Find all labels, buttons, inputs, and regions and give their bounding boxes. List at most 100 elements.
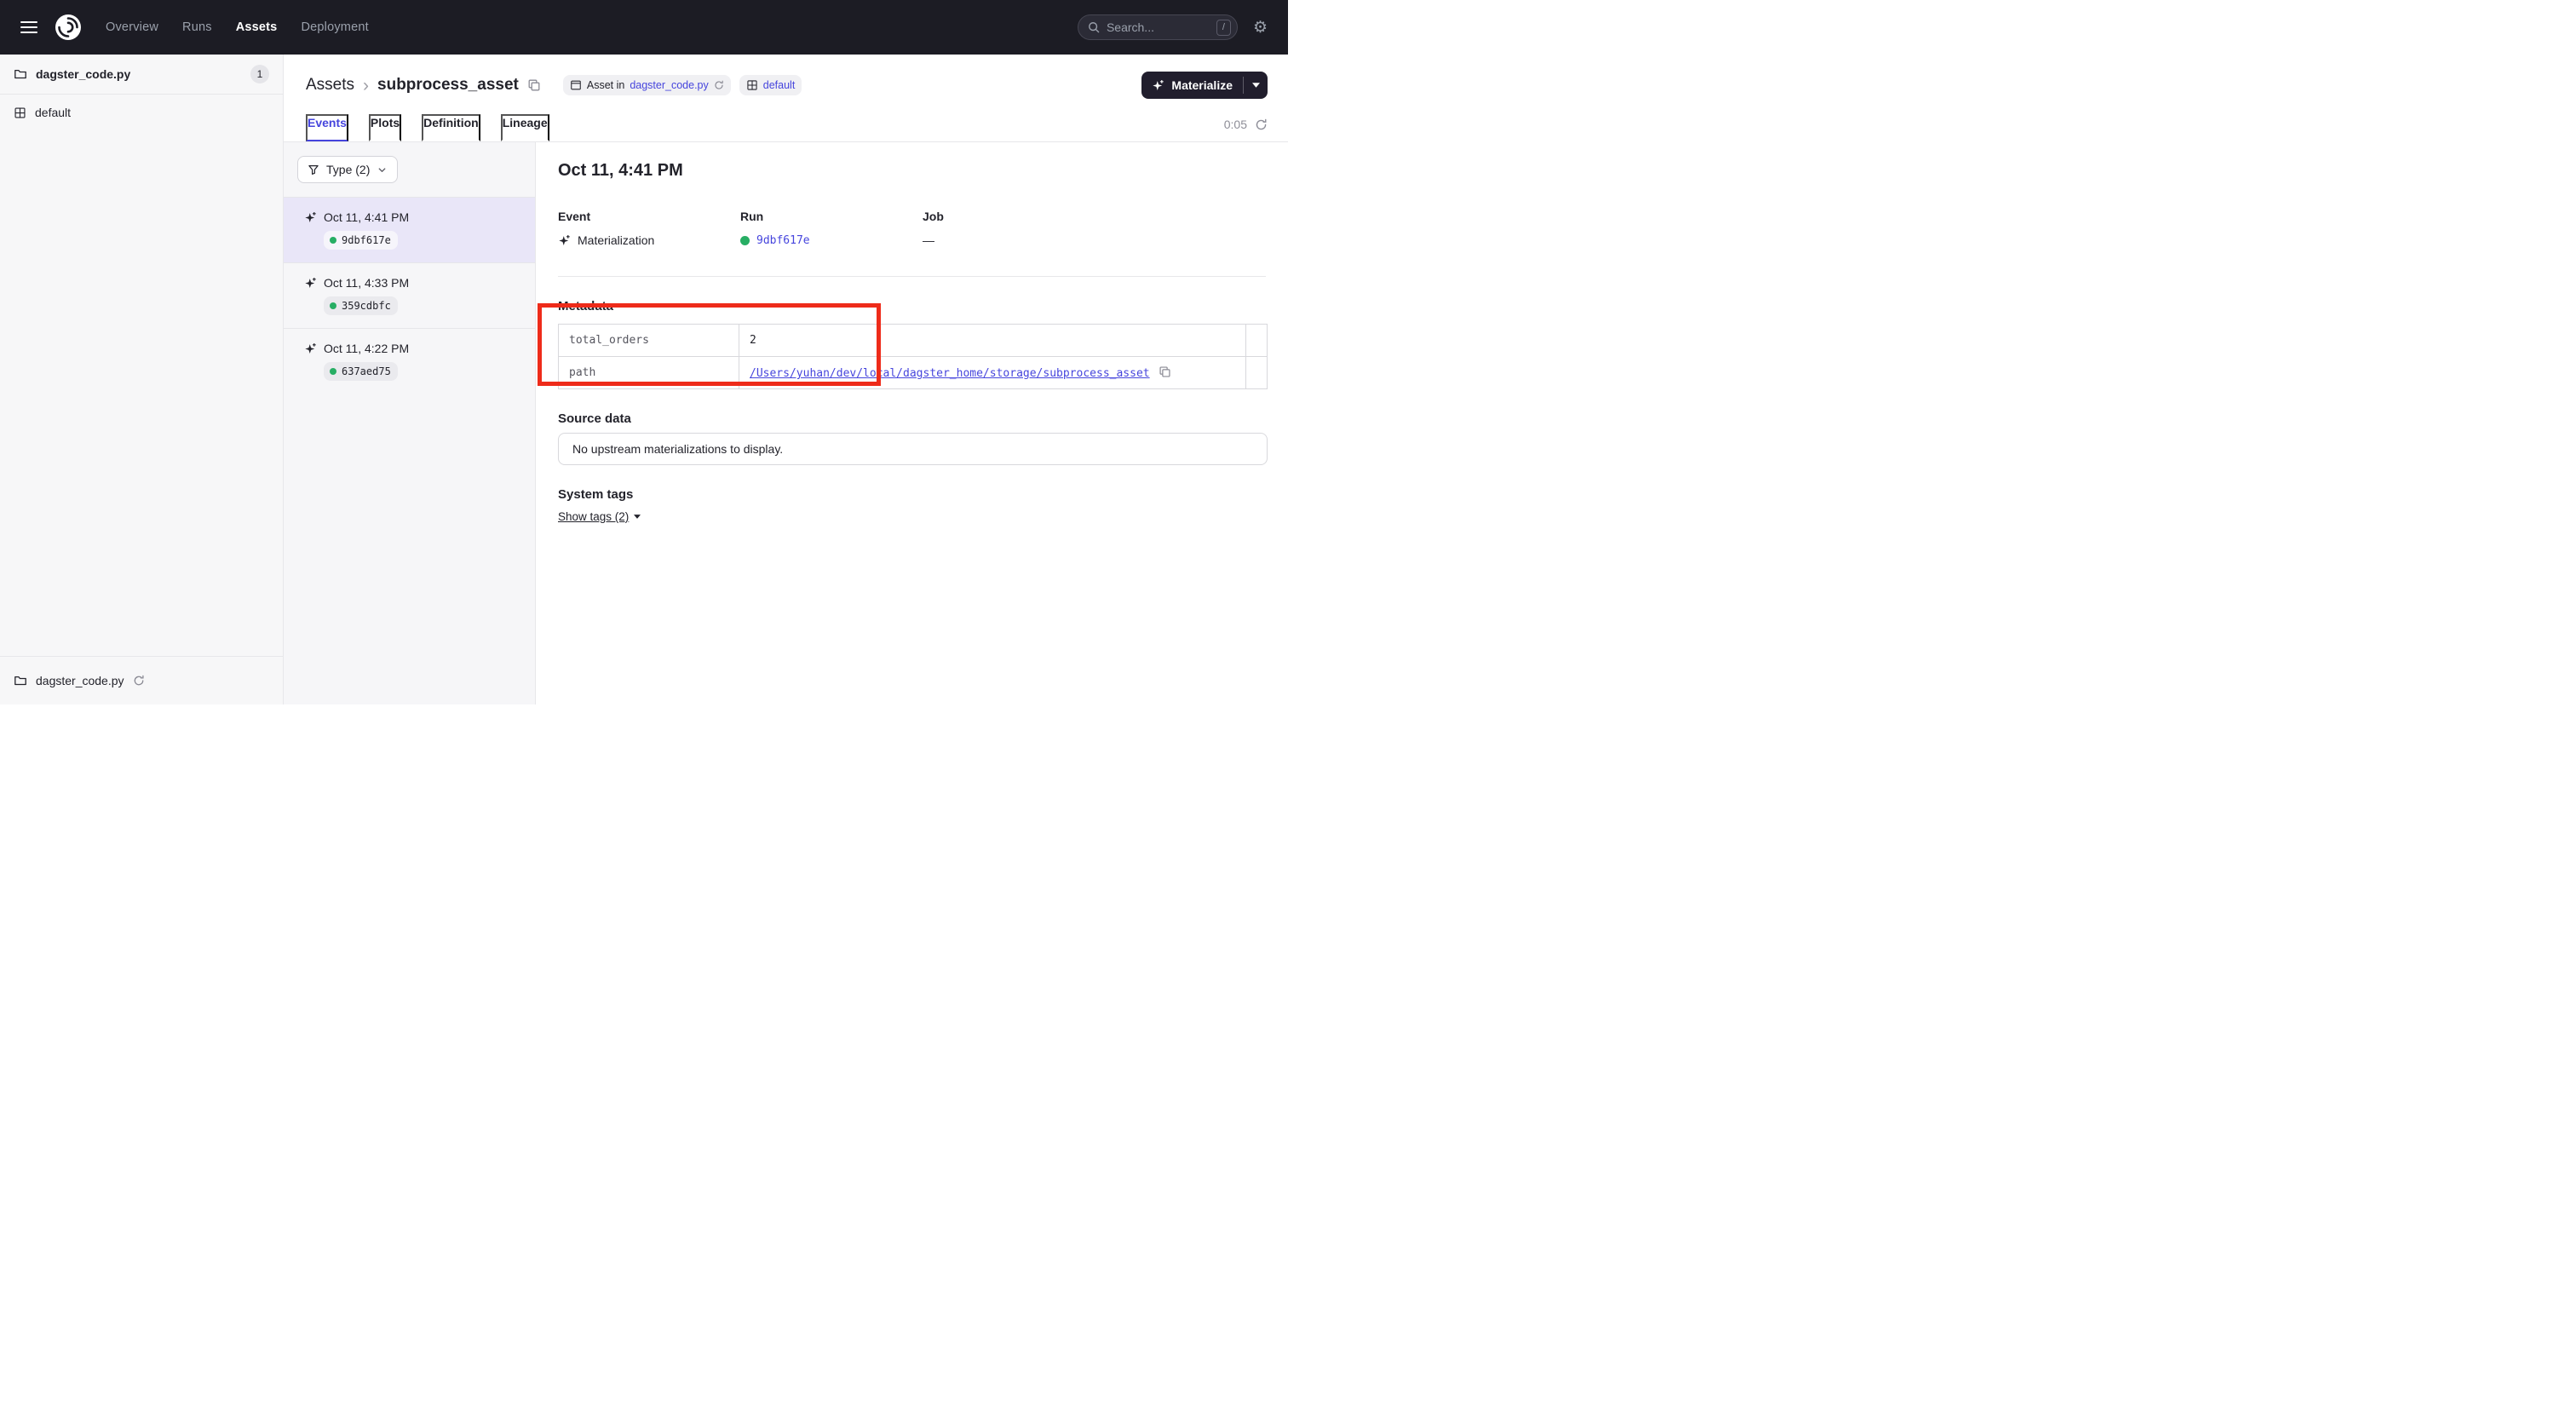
tag-code-location-link[interactable]: dagster_code.py [630,79,708,91]
tag-asset-group-link[interactable]: default [763,79,796,91]
materialization-sparkle-icon [304,211,317,224]
run-id-pill: 9dbf617e [324,231,398,250]
event-summary: Event Materialization Run [558,210,1266,249]
tag-prefix: Asset in [587,79,624,91]
run-id: 637aed75 [342,365,391,377]
event-detail-panel: Oct 11, 4:41 PM Event Materialization [536,142,1288,704]
tab-plots[interactable]: Plots [369,114,401,141]
path-link[interactable]: /Users/yuhan/dev/local/dagster_home/stor… [750,367,1150,380]
hamburger-menu-icon[interactable] [20,21,37,33]
sidebar-item-asset-group[interactable]: default [0,95,283,130]
folder-icon [14,674,27,687]
breadcrumb-separator: › [363,77,369,95]
asset-group-icon [746,79,758,91]
metadata-heading: Metadata [558,299,1266,313]
nav-item-deployment[interactable]: Deployment [301,20,368,34]
table-row: total_orders 2 [559,325,1268,357]
materialize-sparkle-icon [1152,79,1164,92]
asset-count-badge: 1 [250,65,269,83]
code-location-label: dagster_code.py [36,67,130,81]
run-label: Run [740,210,923,223]
sidebar-item-code-location[interactable]: dagster_code.py 1 [0,55,283,95]
materialization-sparkle-icon [304,342,317,355]
materialize-dropdown-caret[interactable] [1244,72,1268,99]
asset-group-label: default [35,106,71,119]
event-list-panel: Type (2) Oct 11, 4:41 PM [284,142,536,704]
table-row: path /Users/yuhan/dev/local/dagster_home… [559,357,1268,389]
metadata-key: path [559,357,739,389]
search-icon [1088,21,1100,33]
source-data-empty-message: No upstream materializations to display. [558,433,1268,465]
run-id-pill: 637aed75 [324,362,398,381]
source-data-heading: Source data [558,411,1266,426]
run-status-dot [740,236,750,245]
run-id-link[interactable]: 9dbf617e [756,234,810,247]
job-value: — [923,233,934,247]
materialize-label: Materialize [1171,78,1233,92]
breadcrumb-assets-link[interactable]: Assets [306,76,354,95]
gear-icon[interactable]: ⚙ [1253,20,1268,36]
event-timestamp: Oct 11, 4:33 PM [324,276,409,290]
asset-catalog-sidebar: dagster_code.py 1 default dagster_code.p… [0,55,284,704]
search-shortcut-key: / [1216,20,1231,36]
page-title: subprocess_asset [377,76,519,95]
chevron-down-icon [377,164,388,175]
nav-item-assets[interactable]: Assets [236,20,278,34]
global-search[interactable]: / [1078,14,1238,40]
page-header: Assets › subprocess_asset Asset in [284,55,1288,142]
event-timestamp: Oct 11, 4:41 PM [324,210,409,224]
filter-icon [308,164,319,175]
refresh-icon[interactable] [1255,118,1268,131]
tab-lineage[interactable]: Lineage [501,114,549,141]
tab-bar: Events Plots Definition Lineage 0:05 [306,114,1268,141]
nav-item-overview[interactable]: Overview [106,20,158,34]
caret-down-icon [634,515,641,519]
folder-icon [14,67,27,81]
event-timestamp: Oct 11, 4:22 PM [324,342,409,355]
reload-icon[interactable] [133,675,145,687]
footer-code-location-label: dagster_code.py [36,674,124,687]
refresh-icon[interactable] [714,80,724,90]
tag-asset-group: default [739,75,802,95]
tag-asset-in-code-location: Asset in dagster_code.py [563,75,731,95]
type-filter-button[interactable]: Type (2) [297,156,398,183]
breadcrumb: Assets › subprocess_asset [306,76,519,95]
refresh-countdown: 0:05 [1224,118,1247,131]
tab-events[interactable]: Events [306,114,348,141]
asset-detail-page: Assets › subprocess_asset Asset in [284,55,1288,704]
search-input[interactable] [1107,20,1210,34]
materialize-button[interactable]: Materialize [1141,72,1243,99]
system-tags-heading: System tags [558,487,1266,502]
event-list-item[interactable]: Oct 11, 4:33 PM 359cdbfc [284,262,535,328]
run-id: 9dbf617e [342,234,391,246]
table-spacer-cell [1246,325,1268,357]
dagster-logo [55,14,82,41]
metadata-key: total_orders [559,325,739,357]
run-id: 359cdbfc [342,300,391,312]
show-tags-toggle[interactable]: Show tags (2) [558,510,641,523]
top-navbar: Overview Runs Assets Deployment / ⚙ [0,0,1288,55]
refresh-timer: 0:05 [1224,118,1268,141]
materialization-sparkle-icon [558,234,571,247]
run-status-dot [330,302,336,309]
event-detail-title: Oct 11, 4:41 PM [558,161,1266,181]
primary-nav: Overview Runs Assets Deployment [106,20,369,34]
sidebar-footer-code-location[interactable]: dagster_code.py [0,656,283,704]
run-id-pill: 359cdbfc [324,296,398,315]
tab-definition[interactable]: Definition [422,114,480,141]
event-list-item[interactable]: Oct 11, 4:22 PM 637aed75 [284,328,535,394]
nav-item-runs[interactable]: Runs [182,20,212,34]
event-list-item[interactable]: Oct 11, 4:41 PM 9dbf617e [284,197,535,262]
job-label: Job [923,210,1105,223]
copy-icon[interactable] [527,78,541,92]
code-location-icon [570,79,582,91]
table-spacer-cell [1246,357,1268,389]
event-label: Event [558,210,740,223]
metadata-table: total_orders 2 path /Users/yuhan/dev/loc… [558,324,1268,389]
materialization-sparkle-icon [304,277,317,290]
run-status-dot [330,237,336,244]
copy-icon[interactable] [1159,365,1171,378]
filter-label: Type (2) [326,163,370,176]
materialize-split-button: Materialize [1141,72,1268,99]
asset-group-icon [14,106,26,119]
